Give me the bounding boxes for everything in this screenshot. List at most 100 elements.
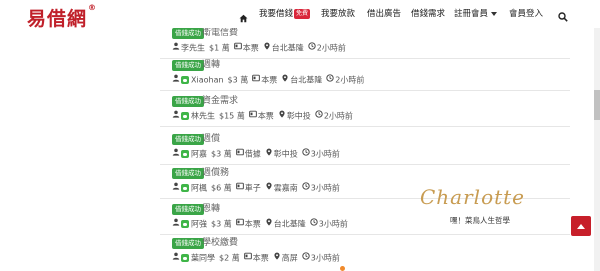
status-badge: 借錢成功 xyxy=(172,134,204,145)
collateral-type: 本票 xyxy=(261,75,278,85)
posted-time: 3小時前 xyxy=(310,149,340,159)
nav-register-label: 註冊會員 xyxy=(454,9,489,19)
user-icon xyxy=(172,218,180,230)
clock-icon xyxy=(302,252,310,264)
posted-time: 3小時前 xyxy=(310,183,340,193)
borrower-name: 阿楓 xyxy=(191,183,207,193)
location: 彰中投 xyxy=(286,111,311,121)
borrower-name: 阿嘉 xyxy=(191,149,207,159)
divider xyxy=(160,164,570,165)
posted-time: 2小時前 xyxy=(335,75,365,85)
user-icon xyxy=(172,148,180,160)
site-header: 易借網® 我要借錢 免費 我要放款 借出廣告 借錢需求 註冊會員 會員登入 xyxy=(0,0,600,30)
collateral-type: 本票 xyxy=(257,111,274,121)
scrollbar[interactable] xyxy=(594,28,600,271)
divider xyxy=(160,58,570,59)
search-icon[interactable] xyxy=(558,7,568,26)
nav-borrow[interactable]: 我要借錢 免費 xyxy=(259,7,311,21)
divider xyxy=(160,126,570,127)
line-app-icon xyxy=(181,76,189,84)
line-app-icon xyxy=(181,254,189,262)
id-card-icon xyxy=(252,74,261,86)
user-icon xyxy=(172,252,180,264)
watermark: Charlotte 嘿！菜鳥人生哲學 xyxy=(420,185,530,240)
status-badge: 借錢成功 xyxy=(172,60,204,71)
nav-loan-ads[interactable]: 借出廣告 xyxy=(367,7,401,21)
watermark-subtitle: 嘿！菜鳥人生哲學 xyxy=(450,216,510,225)
collateral-type: 車子 xyxy=(244,183,261,193)
listing-title[interactable]: 週償 xyxy=(202,133,220,145)
location-icon xyxy=(263,42,271,54)
listing-title[interactable]: 資金需求 xyxy=(202,95,238,107)
collateral-type: 本票 xyxy=(244,219,261,229)
location-icon xyxy=(281,74,289,86)
posted-time: 3小時前 xyxy=(318,219,348,229)
id-card-icon xyxy=(235,148,244,160)
loan-amount: $15 萬 xyxy=(219,111,245,121)
user-icon xyxy=(172,74,180,86)
back-to-top-button[interactable] xyxy=(571,216,591,236)
list-item[interactable]: 借錢成功 衛電信費 李先生 $1 萬 本票 台北基隆 2小時前 xyxy=(172,27,592,66)
loan-amount: $2 萬 xyxy=(219,253,240,263)
id-card-icon xyxy=(235,182,244,194)
location-icon xyxy=(265,182,273,194)
list-item[interactable]: 借錢成功 週轉 Xiaohan $3 萬 本票 台北基隆 2小時前 xyxy=(172,59,592,98)
list-item[interactable]: 借錢成功 學校繳費 葉同學 $2 萬 本票 高屏 3小時前 xyxy=(172,237,592,271)
location: 台北基隆 xyxy=(290,75,323,85)
home-icon[interactable] xyxy=(239,8,248,27)
loan-amount: $3 萬 xyxy=(211,219,232,229)
status-badge: 借錢成功 xyxy=(172,28,204,39)
status-badge: 借錢成功 xyxy=(172,238,204,249)
listing-title[interactable]: 恩轉 xyxy=(202,203,220,215)
nav-lend[interactable]: 我要放款 xyxy=(321,7,355,21)
watermark-signature: Charlotte xyxy=(420,185,526,209)
listing-title[interactable]: 週轉 xyxy=(202,59,220,71)
line-app-icon xyxy=(181,150,189,158)
location-icon xyxy=(265,148,273,160)
location: 台北基隆 xyxy=(273,219,306,229)
location: 雲嘉南 xyxy=(273,183,298,193)
nav-borrow-requests[interactable]: 借錢需求 xyxy=(411,7,445,21)
clock-icon xyxy=(310,218,318,230)
id-card-icon xyxy=(248,110,257,122)
listing-title[interactable]: 學校繳費 xyxy=(202,237,238,249)
borrower-name: 葉同學 xyxy=(191,253,215,263)
user-icon xyxy=(172,42,180,54)
listing-title[interactable]: 衛電信費 xyxy=(202,27,238,39)
list-item[interactable]: 借錢成功 週償阿嘉 $3 萬 借據 彰中投 3小時前 xyxy=(172,133,592,172)
id-card-icon xyxy=(233,42,242,54)
loan-amount: $3 萬 xyxy=(227,75,249,85)
chevron-down-icon xyxy=(491,11,498,16)
location: 高屏 xyxy=(281,253,298,263)
scrollbar-thumb[interactable] xyxy=(594,90,600,120)
loan-amount: $6 萬 xyxy=(211,183,232,193)
loan-amount: $1 萬 xyxy=(209,43,230,53)
nav-register[interactable]: 註冊會員 xyxy=(454,7,498,21)
location: 台北基隆 xyxy=(271,43,304,53)
collateral-type: 借據 xyxy=(244,149,261,159)
user-icon xyxy=(172,182,180,194)
clock-icon xyxy=(315,110,323,122)
list-item[interactable]: 借錢成功 資金需求 林先生 $15 萬 本票 彰中投 2小時前 xyxy=(172,95,592,134)
divider xyxy=(160,90,570,91)
listing-title[interactable]: 週償務 xyxy=(202,167,229,179)
line-app-icon xyxy=(181,112,189,120)
borrower-name: 林先生 xyxy=(191,111,215,121)
location-icon xyxy=(265,218,273,230)
free-badge: 免費 xyxy=(294,8,311,19)
location-icon xyxy=(273,252,281,264)
collateral-type: 本票 xyxy=(242,43,259,53)
nav-login[interactable]: 會員登入 xyxy=(509,7,543,21)
clock-icon xyxy=(302,182,310,194)
line-app-icon xyxy=(181,184,189,192)
posted-time: 3小時前 xyxy=(310,253,340,263)
borrower-name: 阿強 xyxy=(191,219,207,229)
location: 彰中投 xyxy=(273,149,298,159)
clock-icon xyxy=(326,74,334,86)
borrower-name: 李先生 xyxy=(181,43,205,53)
id-card-icon xyxy=(243,252,252,264)
location-icon xyxy=(278,110,286,122)
loan-amount: $3 萬 xyxy=(211,149,232,159)
user-icon xyxy=(172,110,180,122)
status-badge: 借錢成功 xyxy=(172,96,204,107)
